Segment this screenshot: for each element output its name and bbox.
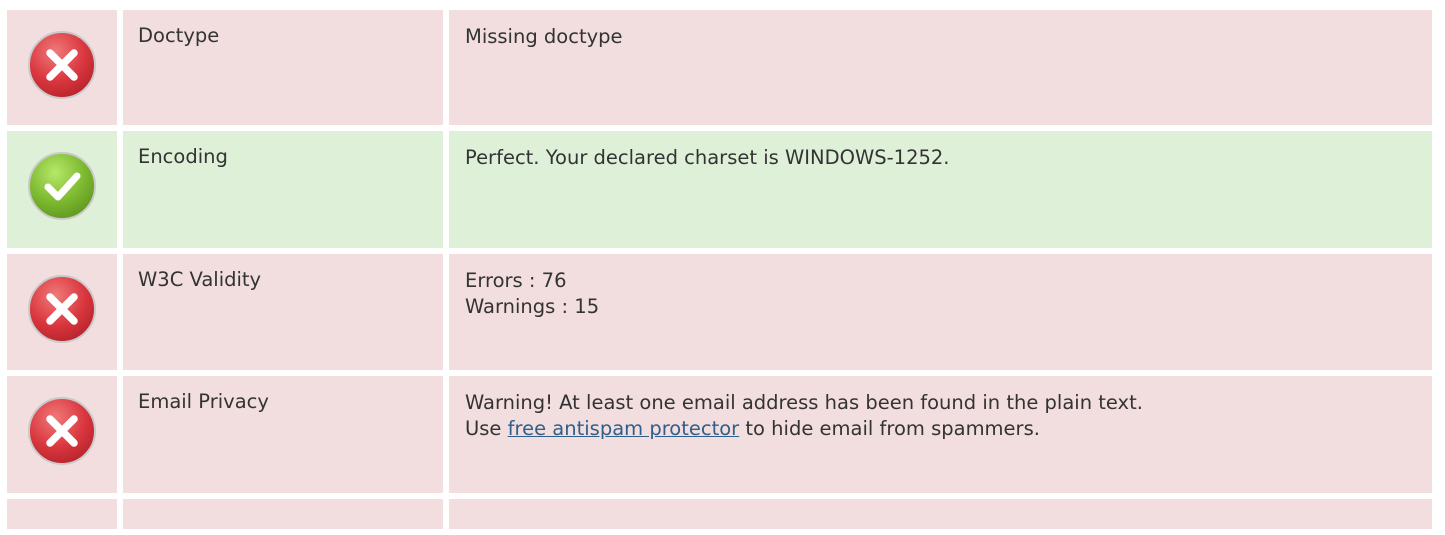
result-value-cell: Perfect. Your declared charset is WINDOW… [449,131,1432,248]
advice-prefix: Use [465,417,508,440]
result-value-cell [449,499,1432,529]
result-label-cell: Email Privacy [123,376,443,493]
warnings-count: Warnings : 15 [465,295,600,318]
status-cell [7,499,117,529]
status-cell [7,10,117,125]
error-x-icon [28,275,96,343]
error-x-icon [28,31,96,99]
email-warning-text: Warning! At least one email address has … [465,391,1143,414]
result-row-w3c-validity: W3C Validity Errors : 76 Warnings : 15 [7,254,1432,370]
email-advice-text: Use free antispam protector to hide emai… [465,416,1432,442]
error-x-icon [28,397,96,465]
errors-count: Errors : 76 [465,269,567,292]
result-label: Email Privacy [138,390,269,413]
result-label-cell: Doctype [123,10,443,125]
result-label-cell: Encoding [123,131,443,248]
status-cell [7,131,117,248]
result-value-cell: Missing doctype [449,10,1432,125]
status-cell [7,254,117,370]
result-row-encoding: Encoding Perfect. Your declared charset … [7,131,1432,248]
result-label: Doctype [138,24,220,47]
result-row-email-privacy: Email Privacy Warning! At least one emai… [7,376,1432,493]
result-value-cell: Warning! At least one email address has … [449,376,1432,493]
result-label-cell: W3C Validity [123,254,443,370]
result-label-cell [123,499,443,529]
result-row-doctype: Doctype Missing doctype [7,10,1432,125]
success-check-icon [28,152,96,220]
result-value-cell: Errors : 76 Warnings : 15 [449,254,1432,370]
result-label: Encoding [138,145,228,168]
status-cell [7,376,117,493]
advice-suffix: to hide email from spammers. [739,417,1040,440]
result-row-partial [7,499,1432,529]
antispam-protector-link[interactable]: free antispam protector [508,417,740,440]
result-text: Missing doctype [465,25,623,48]
result-label: W3C Validity [138,268,262,291]
result-text: Perfect. Your declared charset is WINDOW… [465,146,950,169]
seo-results-table: Doctype Missing doctype Encoding Perfect… [7,10,1432,535]
